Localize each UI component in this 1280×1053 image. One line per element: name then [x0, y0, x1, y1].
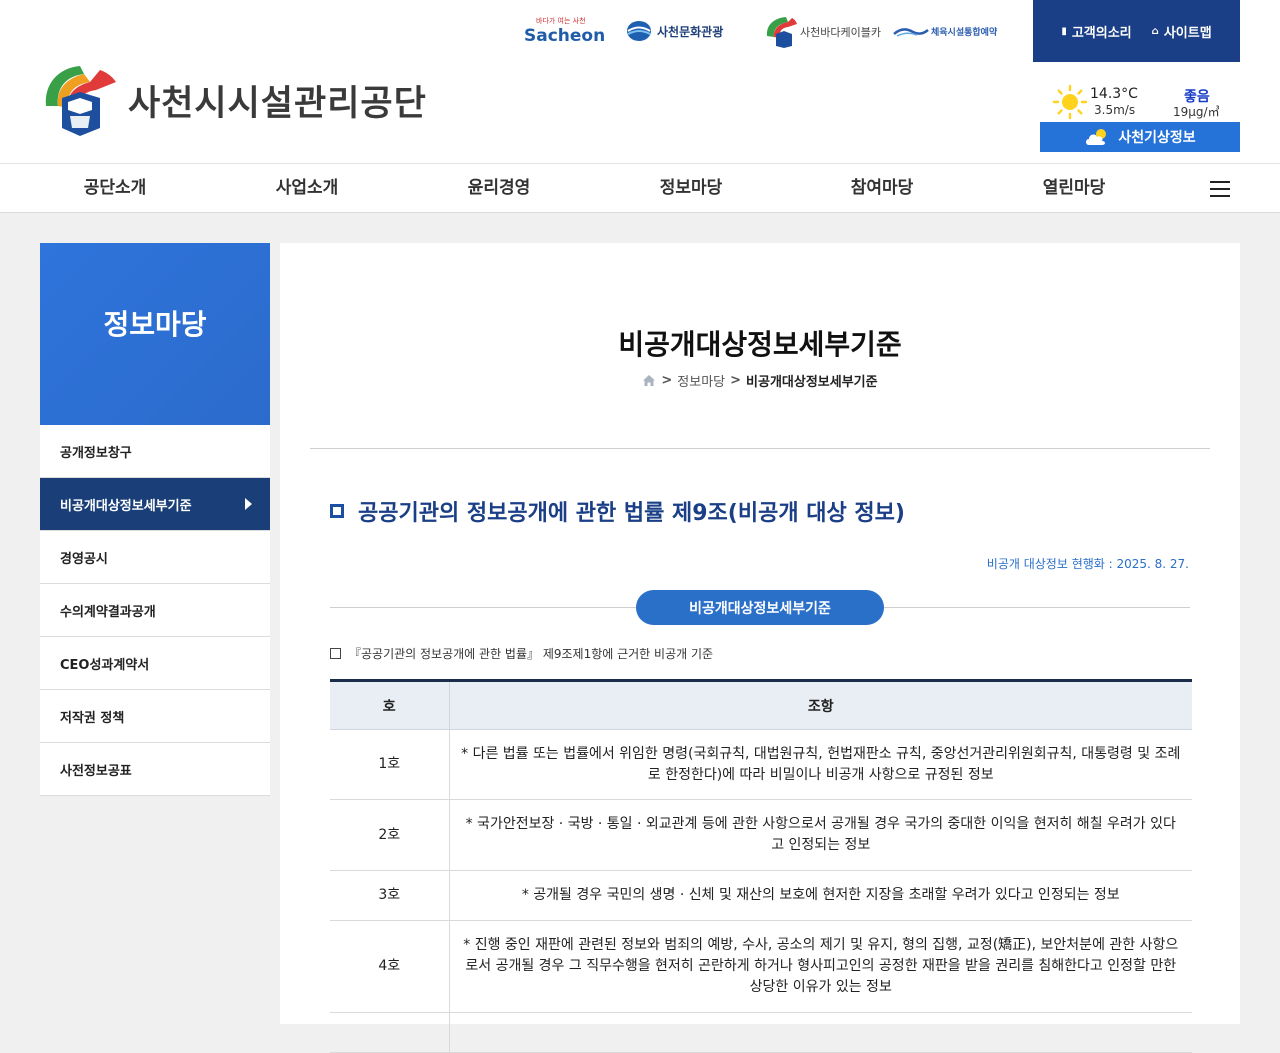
- gnb-item-open[interactable]: 열린마당: [994, 164, 1154, 212]
- home-icon[interactable]: [642, 374, 656, 387]
- cablecar-site-label: 사천바다케이블카: [800, 26, 881, 39]
- sub-menu-item-label: 사전정보공표: [60, 763, 132, 779]
- sub-menu-item-management[interactable]: 경영공시: [40, 531, 270, 584]
- cablecar-logo-icon: [766, 17, 797, 48]
- arrow-right-icon: [245, 498, 252, 510]
- criteria-pill-label: 비공개대상정보세부기준: [636, 590, 884, 625]
- breadcrumb: > 정보마당 > 비공개대상정보세부기준: [280, 371, 1240, 390]
- sub-menu-title: 정보마당: [103, 308, 207, 341]
- sub-menu-item-label: 공개정보창구: [60, 445, 132, 461]
- sub-menu-item-label: 수의계약결과공개: [60, 604, 156, 620]
- menu-hamburger-icon[interactable]: [1210, 181, 1230, 197]
- table-row: [330, 1012, 1192, 1053]
- section-heading: 공공기관의 정보공개에 관한 법률 제9조(비공개 대상 정보): [330, 495, 905, 527]
- nondisclosure-table: 호 조항 1호 * 다른 법률 또는 법률에서 위임한 명령(국회규칙, 대법원…: [330, 679, 1192, 1053]
- sitemap-link[interactable]: ⌂ 사이트맵: [1152, 22, 1212, 41]
- column-header-number: 호: [330, 679, 450, 730]
- empty-square-icon: [330, 648, 341, 659]
- breadcrumb-section[interactable]: 정보마당: [677, 371, 725, 390]
- row-clause: * 공개될 경우 국민의 생명 · 신체 및 재산의 보호에 현저한 지장을 초…: [449, 870, 1192, 921]
- sub-menu-item-open-info[interactable]: 공개정보창구: [40, 425, 270, 478]
- utility-links: ▮ 고객의소리 ⌂ 사이트맵: [1033, 0, 1240, 62]
- section-title: 공공기관의 정보공개에 관한 법률 제9조(비공개 대상 정보): [358, 501, 905, 526]
- row-clause: * 국가안전보장 · 국방 · 통일 · 외교관계 등에 관한 사항으로서 공개…: [449, 799, 1192, 871]
- row-number: 3호: [330, 870, 450, 921]
- criteria-note: 『공공기관의 정보공개에 관한 법률』 제9조제1항에 근거한 비공개 기준: [330, 645, 713, 662]
- sub-menu-item-label: 경영공시: [60, 551, 108, 567]
- main-content: 비공개대상정보세부기준 > 정보마당 > 비공개대상정보세부기준 공공기관의 정…: [280, 243, 1240, 1053]
- update-date: 비공개 대상정보 현행화 : 2025. 8. 27.: [986, 557, 1189, 571]
- sub-menu-item-nondisclosure[interactable]: 비공개대상정보세부기준: [40, 478, 270, 531]
- sub-menu-title-panel: 정보마당: [40, 243, 270, 425]
- sub-menu-item-copyright[interactable]: 저작권 정책: [40, 690, 270, 743]
- sun-icon: [1052, 84, 1088, 120]
- criteria-note-text: 『공공기관의 정보공개에 관한 법률』 제9조제1항에 근거한 비공개 기준: [349, 647, 714, 661]
- sub-menu: 공개정보창구 비공개대상정보세부기준 경영공시 수의계약결과공개 CEO성과계약…: [40, 425, 270, 796]
- weather-widget: 14.3°C 3.5m/s 좋음 19μg/㎥: [1052, 84, 1240, 120]
- row-clause: * 진행 중인 재판에 관련된 정보와 범죄의 예방, 수사, 공소의 제기 및…: [449, 920, 1192, 1013]
- table-row: 1호 * 다른 법률 또는 법률에서 위임한 명령(국회규칙, 대법원규칙, 헌…: [330, 729, 1192, 800]
- sub-menu-item-label: CEO성과계약서: [60, 657, 150, 673]
- sacheon-slogan: 바다가 여는 사천: [536, 17, 586, 25]
- sub-menu-item-label: 저작권 정책: [60, 710, 125, 726]
- square-bullet-icon: [330, 504, 344, 518]
- site-header: 사천시시설관리공단 바다가 여는 사천 Sacheon 사천문화관광 사천바다케…: [0, 0, 1280, 163]
- sub-menu-item-contracts[interactable]: 수의계약결과공개: [40, 584, 270, 637]
- gnb-item-about[interactable]: 공단소개: [35, 164, 195, 212]
- document-icon: ▮: [1061, 25, 1067, 37]
- family-site-cablecar[interactable]: 사천바다케이블카: [764, 16, 881, 48]
- cloud-icon: [1086, 129, 1107, 145]
- row-number: 2호: [330, 799, 450, 871]
- page-title: 비공개대상정보세부기준: [618, 328, 902, 361]
- table-row: 3호 * 공개될 경우 국민의 생명 · 신체 및 재산의 보호에 현저한 지장…: [330, 870, 1192, 921]
- sub-menu-item-ceo[interactable]: CEO성과계약서: [40, 637, 270, 690]
- customer-voice-link[interactable]: ▮ 고객의소리: [1061, 22, 1131, 41]
- family-site-sports[interactable]: 체육시설통합예약: [893, 24, 997, 38]
- breadcrumb-separator: >: [730, 373, 742, 388]
- gnb-item-participation[interactable]: 참여마당: [802, 164, 962, 212]
- row-number: 4호: [330, 920, 450, 1013]
- sacheon-brand: Sacheon: [524, 26, 606, 46]
- title-divider: [310, 448, 1210, 449]
- column-header-clause: 조항: [449, 679, 1192, 730]
- customer-voice-label: 고객의소리: [1071, 25, 1132, 41]
- temperature: 14.3°C: [1090, 86, 1138, 102]
- family-site-sacheon[interactable]: 바다가 여는 사천 Sacheon: [524, 16, 605, 46]
- sports-logo-icon: [893, 28, 929, 37]
- row-number: 1호: [330, 729, 450, 800]
- wind-speed: 3.5m/s: [1094, 103, 1136, 117]
- sports-site-label: 체육시설통합예약: [931, 27, 998, 38]
- row-number: [330, 1012, 450, 1053]
- logo-emblem-icon: [45, 66, 116, 136]
- sitemap-label: 사이트맵: [1163, 25, 1212, 41]
- sub-menu-item-label: 비공개대상정보세부기준: [60, 498, 192, 514]
- row-clause: [449, 1012, 1192, 1053]
- logo-text: 사천시시설관리공단: [128, 83, 427, 124]
- fine-dust-value: 19μg/㎥: [1173, 105, 1220, 119]
- home-icon: ⌂: [1151, 25, 1159, 37]
- row-clause: * 다른 법률 또는 법률에서 위임한 명령(국회규칙, 대법원규칙, 헌법재판…: [449, 729, 1192, 800]
- gnb-item-ethics[interactable]: 윤리경영: [419, 164, 579, 212]
- table-row: 4호 * 진행 중인 재판에 관련된 정보와 범죄의 예방, 수사, 공소의 제…: [330, 920, 1192, 1013]
- weather-info-label: 사천기상정보: [1118, 130, 1196, 146]
- table-row: 2호 * 국가안전보장 · 국방 · 통일 · 외교관계 등에 관한 사항으로서…: [330, 799, 1192, 871]
- breadcrumb-separator: >: [661, 373, 673, 388]
- site-logo[interactable]: 사천시시설관리공단: [40, 62, 427, 138]
- family-site-culture[interactable]: 사천문화관광: [626, 20, 723, 42]
- gnb-item-information[interactable]: 정보마당: [611, 164, 771, 212]
- sub-menu-item-pre-disclosure[interactable]: 사전정보공표: [40, 743, 270, 796]
- breadcrumb-current: 비공개대상정보세부기준: [746, 375, 878, 390]
- culture-logo-icon: [627, 21, 651, 41]
- weather-info-button[interactable]: 사천기상정보: [1040, 122, 1240, 152]
- main-navigation: 공단소개 사업소개 윤리경영 정보마당 참여마당 열린마당: [0, 163, 1280, 213]
- gnb-item-business[interactable]: 사업소개: [227, 164, 387, 212]
- culture-site-label: 사천문화관광: [657, 24, 724, 39]
